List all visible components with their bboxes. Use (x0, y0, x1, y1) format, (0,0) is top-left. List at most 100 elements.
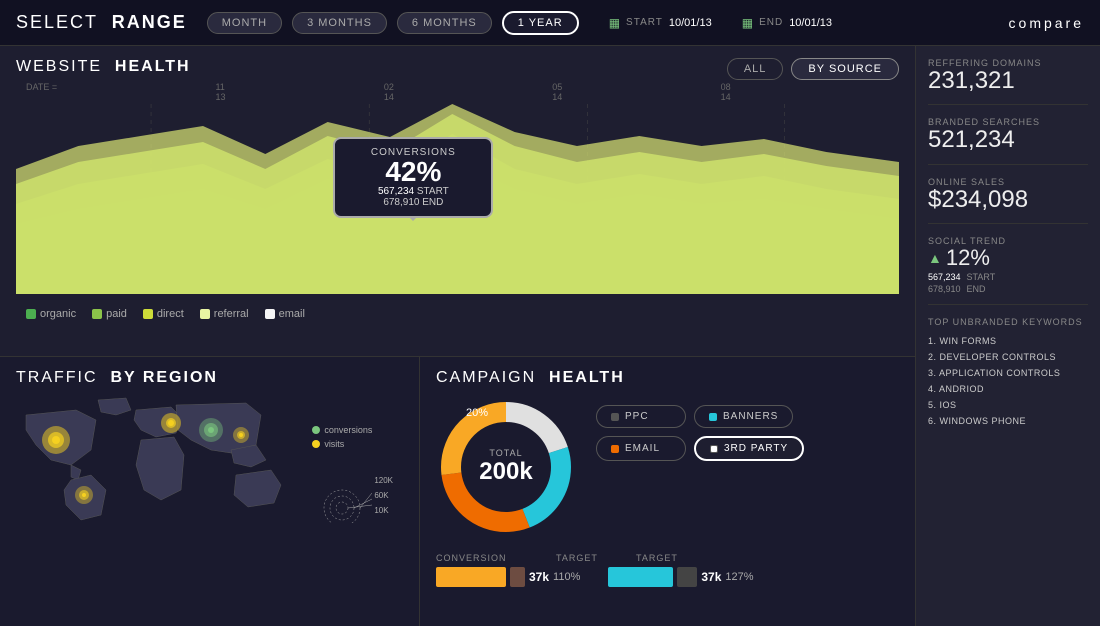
traffic-title-light: TRAFFIC (16, 369, 98, 386)
campaign-title-light: CAMPAIGN (436, 369, 536, 386)
sales-value: $234,098 (928, 187, 1088, 213)
banners-button[interactable]: BANNERS (694, 405, 793, 428)
date-tick-2: 0214 (384, 82, 394, 102)
tooltip-end-label: END (422, 197, 443, 208)
conversion-bars: 37k 110% 37k 127% (436, 567, 899, 587)
range-month-button[interactable]: MONTH (207, 12, 282, 34)
legend-organic: organic (26, 308, 76, 320)
map-area: conversions visits (16, 395, 403, 530)
traffic-title-bold: BY REGION (110, 369, 218, 386)
campaign-btn-row-2: EMAIL 3RD PARTY (596, 436, 804, 461)
tooltip-vals: 567,234 START 678,910 END (347, 186, 479, 208)
donut-total-label: TOTAL (479, 448, 532, 458)
bar2-pct: 127% (725, 571, 753, 583)
conversion-section: CONVERSION TARGET TARGET 37k 110% (436, 553, 899, 587)
app-title: SELECT RANGE (16, 12, 187, 33)
conversions-dot (312, 426, 320, 434)
banners-label: BANNERS (723, 411, 778, 422)
scale-60k: 60K (374, 488, 393, 503)
email-label: EMAIL (625, 443, 660, 454)
legend-organic-label: organic (40, 308, 76, 320)
legend-direct-label: direct (157, 308, 184, 320)
keyword-1: 1. WIN FORMS (928, 333, 1088, 349)
legend-email: email (265, 308, 305, 320)
legend-paid-label: paid (106, 308, 127, 320)
campaign-buttons: PPC BANNERS EMAIL (596, 405, 804, 461)
filter-all-button[interactable]: ALL (727, 58, 784, 80)
date-axis: DATE = 1113 0214 0514 0814 (16, 82, 899, 102)
trend-pct-value: 12% (946, 246, 990, 270)
keyword-3: 3. APPLICATION CONTROLS (928, 365, 1088, 381)
end-label: END (759, 17, 783, 28)
wh-title-light: WEBSITE (16, 58, 102, 75)
main-layout: WEBSITE HEALTH ALL BY SOURCE DATE = 1113… (0, 46, 1100, 626)
start-date-value: 10/01/13 (669, 17, 712, 29)
compare-button[interactable]: compare (1009, 15, 1084, 31)
keyword-6: 6. WINDOWS PHONE (928, 413, 1088, 429)
campaign-btn-row-1: PPC BANNERS (596, 405, 804, 428)
website-chart: DATE = 1113 0214 0514 0814 (16, 82, 899, 302)
date-tick-4: 0814 (721, 82, 731, 102)
referring-domains-metric: REFFERING DOMAINS 231,321 (928, 58, 1088, 105)
filter-source-button[interactable]: BY SOURCE (791, 58, 899, 80)
target-header-2: TARGET (636, 553, 899, 563)
trend-start-label: START (967, 272, 996, 282)
online-sales-metric: ONLINE SALES $234,098 (928, 177, 1088, 224)
bar1-brown (510, 567, 525, 587)
map-legend-conversions: conversions (312, 425, 393, 435)
map-legend-visits: visits (312, 439, 393, 449)
bottom-panels: TRAFFIC BY REGION (0, 356, 915, 626)
trend-arrow-icon: ▲ (928, 250, 942, 266)
range-1year-button[interactable]: 1 YEAR (502, 11, 579, 35)
bar1-pct: 110% (553, 571, 580, 583)
bar2-group: 37k 127% (608, 567, 753, 587)
trend-sub-end: 678,910 END (928, 284, 1088, 294)
tooltip-pct: 42% (347, 158, 479, 186)
legend-email-dot (265, 309, 275, 319)
range-6months-button[interactable]: 6 MONTHS (397, 12, 492, 34)
3rd-party-dot (710, 445, 718, 453)
bar2-val: 37k (701, 570, 721, 584)
range-3months-button[interactable]: 3 MONTHS (292, 12, 387, 34)
donut-pct: 20% (466, 407, 488, 419)
title-light: SELECT (16, 12, 98, 32)
bar2-teal (608, 567, 673, 587)
scale-10k: 10K (374, 503, 393, 518)
filter-buttons: ALL BY SOURCE (727, 58, 899, 80)
ppc-label: PPC (625, 411, 649, 422)
top-navigation: SELECT RANGE MONTH 3 MONTHS 6 MONTHS 1 Y… (0, 0, 1100, 46)
campaign-panel: CAMPAIGN HEALTH (420, 356, 915, 626)
third-party-button[interactable]: 3RD PARTY (694, 436, 804, 461)
keywords-section: TOP UNBRANDED KEYWORDS 1. WIN FORMS 2. D… (928, 317, 1088, 614)
calendar-end-icon: ▦ (742, 16, 753, 30)
trend-sub: 567,234 START (928, 272, 1088, 282)
branded-searches-metric: BRANDED SEARCHES 521,234 (928, 117, 1088, 164)
legend-paid-dot (92, 309, 102, 319)
ppc-button[interactable]: PPC (596, 405, 686, 428)
conversions-label: conversions (324, 425, 372, 435)
map-legend: conversions visits (312, 425, 393, 519)
chart-legend: organic paid direct referral email (16, 302, 899, 326)
scale-circles-svg (312, 463, 372, 523)
start-label: START (626, 17, 663, 28)
campaign-content: TOTAL 200k 20% PPC (436, 397, 899, 537)
banners-dot (709, 413, 717, 421)
email-button[interactable]: EMAIL (596, 436, 686, 461)
referring-value: 231,321 (928, 68, 1088, 94)
keyword-2: 2. DEVELOPER CONTROLS (928, 349, 1088, 365)
keywords-title: TOP UNBRANDED KEYWORDS (928, 317, 1088, 327)
social-trend-metric: SOCIAL TREND ▲ 12% 567,234 START 678,910… (928, 236, 1088, 305)
title-bold: RANGE (112, 12, 187, 32)
date-tick-1: 1113 (215, 82, 225, 102)
trend-row: ▲ 12% (928, 246, 1088, 270)
target-header: TARGET (556, 553, 636, 563)
left-content: WEBSITE HEALTH ALL BY SOURCE DATE = 1113… (0, 46, 915, 626)
legend-referral: referral (200, 308, 249, 320)
start-date-section: ▦ START 10/01/13 (609, 16, 712, 30)
scale-120k: 120K (374, 473, 393, 488)
date-tick-3: 0514 (552, 82, 562, 102)
campaign-title-bold: HEALTH (549, 369, 625, 386)
legend-paid: paid (92, 308, 127, 320)
bar1-val: 37k (529, 570, 549, 584)
bar1-group: 37k 110% (436, 567, 580, 587)
